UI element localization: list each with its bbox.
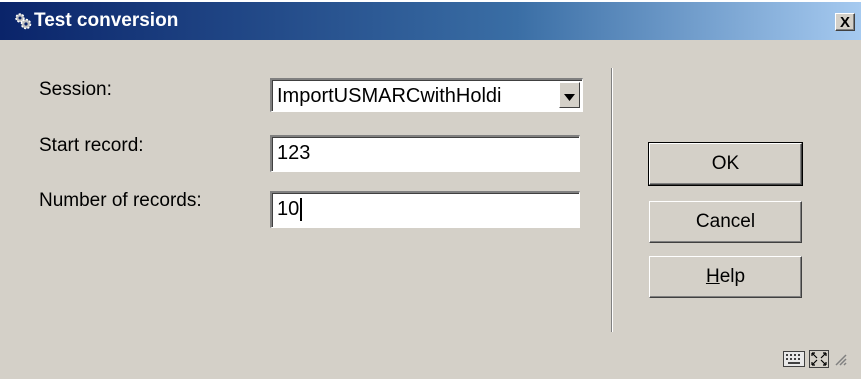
status-icons xyxy=(783,349,847,373)
window-title: Test conversion xyxy=(34,10,179,31)
help-button[interactable]: Help xyxy=(649,256,802,298)
help-label: Help xyxy=(706,266,745,288)
help-mnemonic: H xyxy=(705,266,720,287)
title-bar[interactable]: Test conversion X xyxy=(0,0,861,40)
close-icon: X xyxy=(839,13,850,31)
number-of-records-label: Number of records: xyxy=(39,190,202,211)
keyboard-icon[interactable] xyxy=(783,350,805,372)
ok-label: OK xyxy=(711,153,740,174)
close-button[interactable]: X xyxy=(835,13,855,31)
conversion-gears-icon xyxy=(14,12,32,30)
session-dropdown-button[interactable] xyxy=(559,82,580,108)
cancel-label: Cancel xyxy=(695,211,756,232)
number-of-records-input[interactable]: 10 xyxy=(270,191,580,228)
ok-button[interactable]: OK xyxy=(648,142,803,186)
maximize-icon[interactable] xyxy=(809,349,829,373)
session-select[interactable]: ImportUSMARCwithHoldi xyxy=(270,78,583,112)
start-record-label: Start record: xyxy=(39,135,144,156)
cancel-button[interactable]: Cancel xyxy=(649,201,802,243)
resize-icon[interactable] xyxy=(833,352,847,371)
help-label-rest: elp xyxy=(719,266,746,287)
vertical-divider xyxy=(611,68,613,332)
chevron-down-icon xyxy=(564,79,575,111)
session-value: ImportUSMARCwithHoldi xyxy=(277,85,502,107)
number-of-records-value: 10 xyxy=(277,198,300,220)
text-caret xyxy=(300,198,303,222)
start-record-input[interactable]: 123 xyxy=(270,135,580,172)
start-record-value: 123 xyxy=(277,142,311,164)
session-label: Session: xyxy=(39,79,112,100)
